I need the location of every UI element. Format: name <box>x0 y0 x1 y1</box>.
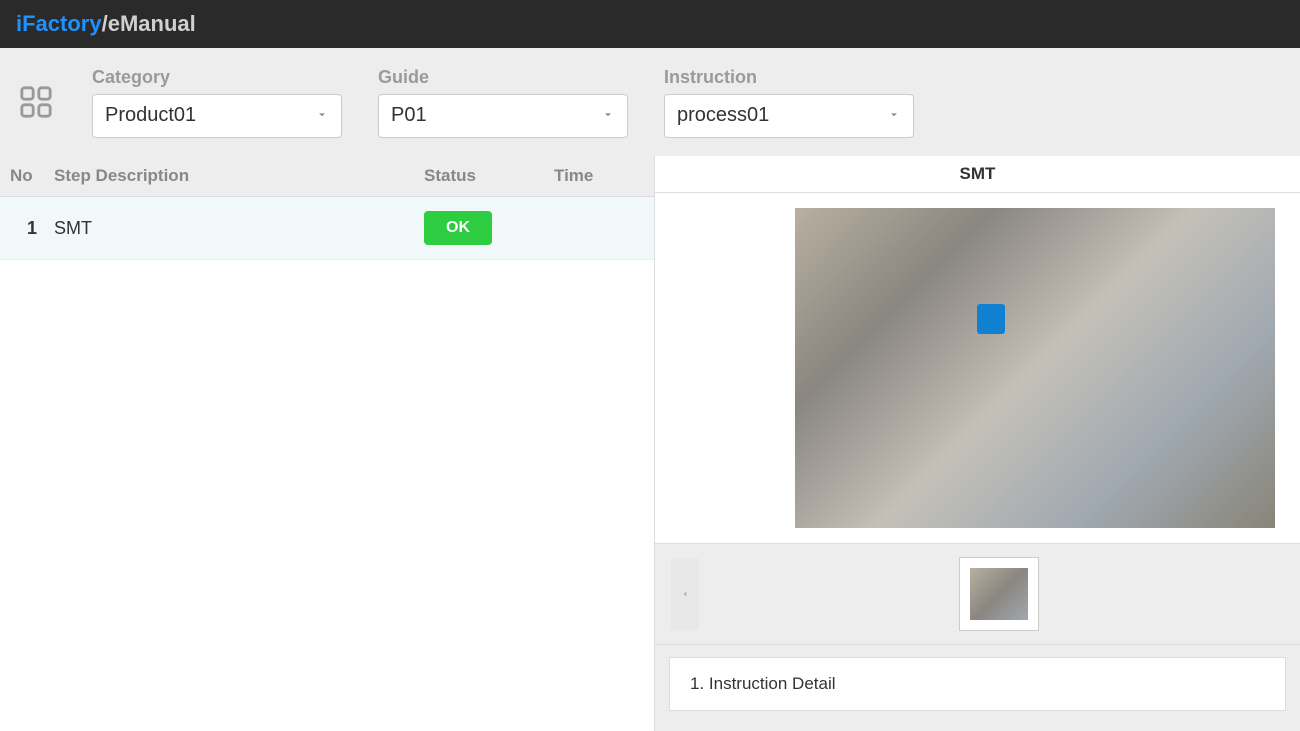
table-header: No Step Description Status Time <box>0 156 654 197</box>
col-desc: Step Description <box>54 166 424 186</box>
row-no: 1 <box>10 218 54 239</box>
chevron-down-icon <box>315 104 329 127</box>
thumbnail[interactable] <box>960 558 1038 630</box>
filter-guide: Guide P01 <box>378 67 628 138</box>
category-label: Category <box>92 67 342 88</box>
category-value: Product01 <box>105 104 196 127</box>
category-dropdown[interactable]: Product01 <box>92 94 342 138</box>
grid-icon[interactable] <box>16 82 56 122</box>
detail-panel: SMT 1. Instruction Detail <box>655 156 1300 731</box>
app-header: iFactory / eManual <box>0 0 1300 48</box>
col-status: Status <box>424 166 554 186</box>
guide-label: Guide <box>378 67 628 88</box>
chevron-down-icon <box>887 104 901 127</box>
chevron-down-icon <box>601 104 615 127</box>
instruction-dropdown[interactable]: process01 <box>664 94 914 138</box>
instruction-detail-heading: 1. Instruction Detail <box>669 657 1286 711</box>
status-badge[interactable]: OK <box>424 211 492 245</box>
filter-instruction: Instruction process01 <box>664 67 914 138</box>
col-no: No <box>10 166 54 186</box>
step-image <box>795 208 1275 528</box>
table-row[interactable]: 1 SMT OK <box>0 197 654 260</box>
col-time: Time <box>554 166 644 186</box>
thumbnail-row <box>655 543 1300 645</box>
guide-value: P01 <box>391 104 427 127</box>
filter-category: Category Product01 <box>92 67 342 138</box>
steps-panel: No Step Description Status Time 1 SMT OK <box>0 156 655 731</box>
row-desc: SMT <box>54 218 424 239</box>
prev-button[interactable] <box>671 558 699 630</box>
brand-emanual: eManual <box>108 11 196 37</box>
filter-bar: Category Product01 Guide P01 Instruction… <box>0 48 1300 156</box>
main-image-area <box>655 193 1300 543</box>
thumb-container <box>713 558 1284 630</box>
detail-title: SMT <box>655 156 1300 193</box>
thumbnail-image <box>970 568 1028 620</box>
row-status: OK <box>424 211 554 245</box>
guide-dropdown[interactable]: P01 <box>378 94 628 138</box>
instruction-value: process01 <box>677 104 769 127</box>
brand-ifactory: iFactory <box>16 11 102 37</box>
instruction-label: Instruction <box>664 67 914 88</box>
content-area: No Step Description Status Time 1 SMT OK… <box>0 156 1300 731</box>
